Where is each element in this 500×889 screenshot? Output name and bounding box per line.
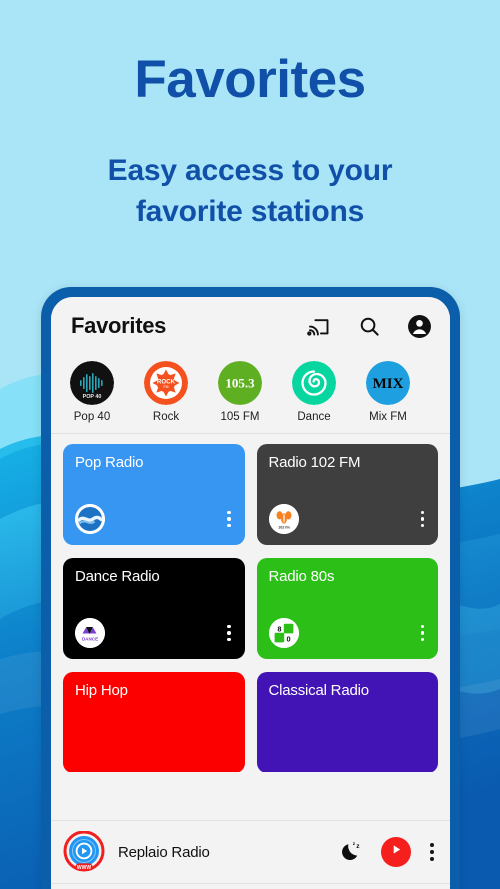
mini-player[interactable]: WWW Replaio Radio z z	[51, 820, 450, 883]
strip-label: Dance	[297, 411, 331, 423]
favorites-strip: POP 40 Pop 40 ROCK FM Rock 105.3 105 FM …	[51, 355, 450, 433]
svg-text:WWW: WWW	[77, 865, 91, 871]
moon-zzz-icon: z z	[339, 840, 363, 864]
sleep-timer-button[interactable]: z z	[338, 839, 364, 865]
promo-screenshot: Favorites Easy access to your favorite s…	[0, 0, 500, 889]
station-card-menu-button[interactable]	[227, 624, 231, 641]
play-icon	[390, 843, 403, 861]
promo-title: Favorites	[134, 50, 366, 109]
station-card-title: Hip Hop	[75, 682, 128, 699]
svg-text:MIX: MIX	[373, 376, 404, 392]
strip-item-mixfm[interactable]: MIX Mix FM	[351, 361, 425, 423]
player-actions: z z	[338, 837, 436, 867]
strip-item-dance[interactable]: Dance	[277, 361, 351, 423]
station-card-menu-button[interactable]	[420, 624, 424, 641]
account-icon	[407, 314, 432, 339]
bottom-navigation	[51, 883, 450, 889]
search-icon	[358, 315, 381, 338]
station-card-title: Dance Radio	[75, 568, 160, 585]
promo-subtitle: Easy access to your favorite stations	[0, 106, 500, 233]
app-bar: Favorites	[51, 297, 450, 355]
app-bar-actions	[306, 313, 432, 339]
page-title: Favorites	[71, 313, 167, 338]
svg-text:102 fm: 102 fm	[278, 526, 289, 530]
station-card-dance-radio[interactable]: Dance Radio DANCE	[63, 558, 245, 659]
svg-text:POP 40: POP 40	[83, 394, 102, 400]
cast-button[interactable]	[306, 313, 332, 339]
cast-icon	[307, 314, 331, 338]
station-card-pop-radio[interactable]: Pop Radio	[63, 444, 245, 545]
station-card-logo: 8 0	[268, 618, 299, 648]
station-card-logo	[75, 504, 105, 534]
strip-label: Pop 40	[73, 411, 111, 423]
station-card-title: Radio 102 FM	[268, 454, 361, 471]
svg-text:105.3: 105.3	[225, 376, 255, 391]
play-button[interactable]	[381, 837, 411, 867]
strip-label: 105 FM	[220, 411, 260, 423]
player-menu-button[interactable]	[428, 841, 436, 863]
strip-item-105fm[interactable]: 105.3 105 FM	[203, 361, 277, 423]
favorites-grid-scroll[interactable]: Pop Radio Radio 102 FM 102 fm Dance Radi…	[51, 434, 450, 772]
station-card-hip-hop[interactable]: Hip Hop	[63, 672, 245, 772]
station-card-logo: DANCE	[75, 618, 105, 648]
svg-text:z: z	[356, 843, 360, 850]
svg-text:8: 8	[277, 624, 281, 633]
station-card-title: Radio 80s	[268, 568, 335, 585]
svg-text:DANCE: DANCE	[82, 637, 98, 642]
favorites-grid: Pop Radio Radio 102 FM 102 fm Dance Radi…	[63, 444, 438, 772]
account-button[interactable]	[406, 313, 432, 339]
phone-frame: Favorites POP 40 Pop 40 ROCK FM Rock 105…	[41, 287, 460, 889]
promo-subtitle-line1: Easy access to your	[107, 154, 393, 187]
strip-item-rock[interactable]: ROCK FM Rock	[129, 361, 203, 423]
promo-subtitle-line2: favorite stations	[135, 195, 365, 229]
station-avatar-pop40: POP 40	[70, 361, 114, 405]
phone-screen: Favorites POP 40 Pop 40 ROCK FM Rock 105…	[51, 297, 450, 889]
station-card-radio-102-fm[interactable]: Radio 102 FM 102 fm	[256, 444, 438, 545]
station-card-classical-radio[interactable]: Classical Radio	[256, 672, 438, 772]
station-avatar-rock: ROCK FM	[144, 361, 188, 405]
promo-copy: Favorites Easy access to your favorite s…	[0, 0, 500, 233]
station-card-logo: 102 fm	[268, 504, 299, 534]
strip-label: Rock	[152, 411, 180, 423]
svg-text:0: 0	[286, 634, 290, 643]
station-card-menu-button[interactable]	[420, 510, 424, 527]
strip-item-pop40[interactable]: POP 40 Pop 40	[55, 361, 129, 423]
station-card-menu-button[interactable]	[227, 510, 231, 527]
station-avatar-105fm: 105.3	[218, 361, 262, 405]
station-card-title: Pop Radio	[75, 454, 144, 471]
search-button[interactable]	[356, 313, 382, 339]
strip-label: Mix FM	[369, 411, 407, 423]
station-card-title: Classical Radio	[268, 682, 370, 699]
station-card-radio-80s[interactable]: Radio 80s 8 0	[256, 558, 438, 659]
station-avatar-mixfm: MIX	[366, 361, 410, 405]
svg-text:FM: FM	[164, 385, 169, 389]
station-avatar-dance	[292, 361, 336, 405]
player-station-logo: WWW	[63, 830, 105, 873]
player-station-name: Replaio Radio	[118, 843, 210, 861]
